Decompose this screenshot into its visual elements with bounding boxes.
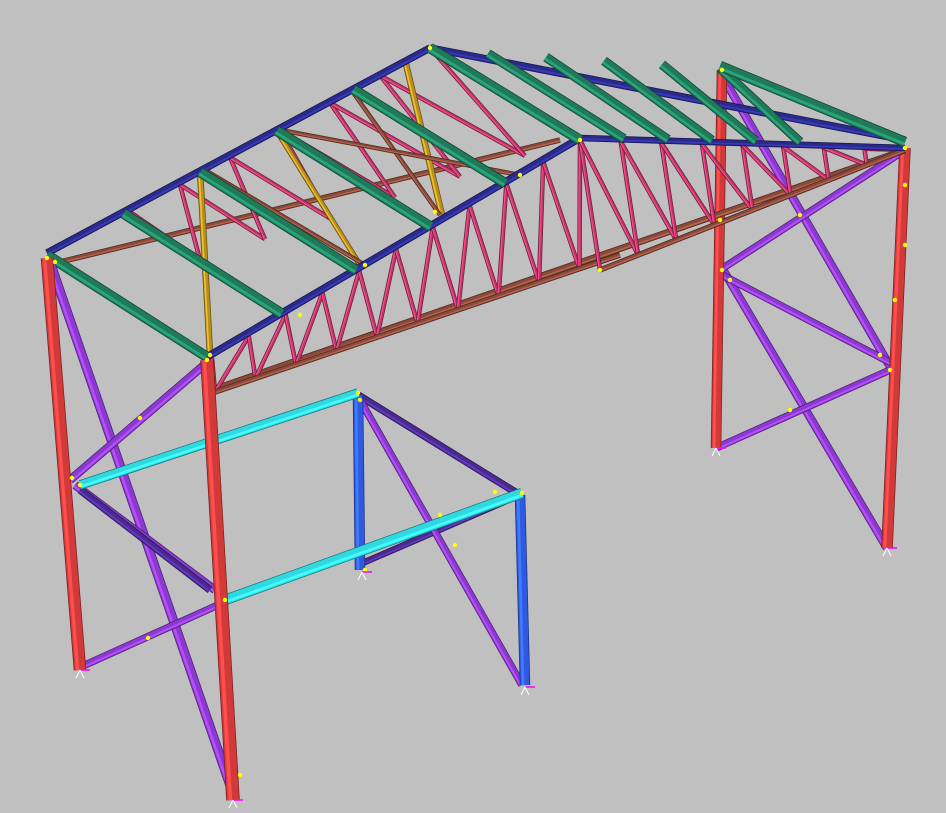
node-marker[interactable]	[362, 262, 368, 268]
node-marker[interactable]	[902, 242, 908, 248]
node-marker[interactable]	[222, 597, 228, 603]
support-marker[interactable]	[357, 571, 372, 581]
support-marker[interactable]	[75, 669, 90, 679]
support-marker[interactable]	[520, 686, 535, 696]
node-marker[interactable]	[887, 367, 893, 373]
truss-web-26[interactable]	[536, 161, 546, 283]
node-marker[interactable]	[69, 475, 75, 481]
node-marker[interactable]	[492, 489, 498, 495]
truss-web-21[interactable]	[430, 226, 461, 311]
node-marker[interactable]	[355, 390, 361, 396]
node-marker[interactable]	[237, 772, 243, 778]
node-marker[interactable]	[432, 209, 438, 215]
truss-web-43[interactable]	[822, 145, 868, 168]
bottom-chord-29[interactable]	[214, 252, 621, 395]
node-marker[interactable]	[437, 512, 443, 518]
truss-web-23[interactable]	[467, 204, 501, 297]
wall-brace-84[interactable]	[83, 601, 220, 669]
steel-frame-model	[40, 43, 911, 809]
truss-web-19[interactable]	[393, 248, 420, 325]
truss-web-25[interactable]	[504, 182, 542, 284]
node-marker[interactable]	[145, 635, 151, 641]
3d-viewport[interactable]	[0, 0, 946, 813]
node-marker[interactable]	[717, 217, 723, 223]
node-marker[interactable]	[44, 255, 50, 261]
node-marker[interactable]	[519, 490, 525, 496]
middle-members	[44, 43, 907, 395]
support-marker[interactable]	[228, 799, 243, 809]
node-marker[interactable]	[597, 267, 603, 273]
mezz-beam-92[interactable]	[223, 488, 524, 605]
truss-web-28[interactable]	[577, 139, 583, 269]
wall-brace-81[interactable]	[45, 260, 235, 787]
truss-web-11[interactable]	[246, 335, 258, 379]
node-marker[interactable]	[577, 137, 583, 143]
truss-web-13[interactable]	[283, 313, 299, 366]
wall-brace-2[interactable]	[714, 366, 892, 452]
column-89[interactable]	[352, 394, 366, 571]
bottom-chord-7[interactable]	[210, 146, 907, 394]
node-marker[interactable]	[902, 145, 908, 151]
node-marker[interactable]	[892, 297, 898, 303]
support-marker[interactable]	[882, 547, 897, 557]
wall-brace-3[interactable]	[720, 271, 897, 369]
node-marker[interactable]	[452, 542, 458, 548]
node-marker[interactable]	[877, 352, 883, 358]
node-marker[interactable]	[719, 67, 725, 73]
column-6[interactable]	[881, 147, 911, 549]
node-marker[interactable]	[902, 182, 908, 188]
node-marker[interactable]	[207, 352, 213, 358]
node-marker[interactable]	[787, 407, 793, 413]
node-marker[interactable]	[297, 312, 303, 318]
node-marker[interactable]	[52, 259, 58, 265]
node-marker[interactable]	[797, 212, 803, 218]
mezz-frame-88[interactable]	[77, 487, 213, 593]
front-members	[40, 257, 531, 801]
node-markers	[44, 45, 908, 778]
node-marker[interactable]	[517, 172, 523, 178]
truss-web-27[interactable]	[541, 161, 582, 270]
node-marker[interactable]	[427, 45, 433, 51]
node-marker[interactable]	[204, 357, 210, 363]
truss-web-20[interactable]	[415, 226, 436, 324]
truss-web-22[interactable]	[455, 205, 472, 311]
column-5[interactable]	[710, 69, 728, 449]
truss-web-15[interactable]	[320, 292, 339, 352]
node-marker[interactable]	[719, 267, 725, 273]
truss-web-17[interactable]	[357, 270, 380, 338]
node-marker[interactable]	[137, 415, 143, 421]
column-90[interactable]	[514, 494, 531, 686]
node-marker[interactable]	[727, 277, 733, 283]
node-marker[interactable]	[77, 482, 83, 488]
truss-web-24[interactable]	[496, 183, 509, 297]
node-marker[interactable]	[357, 397, 363, 403]
